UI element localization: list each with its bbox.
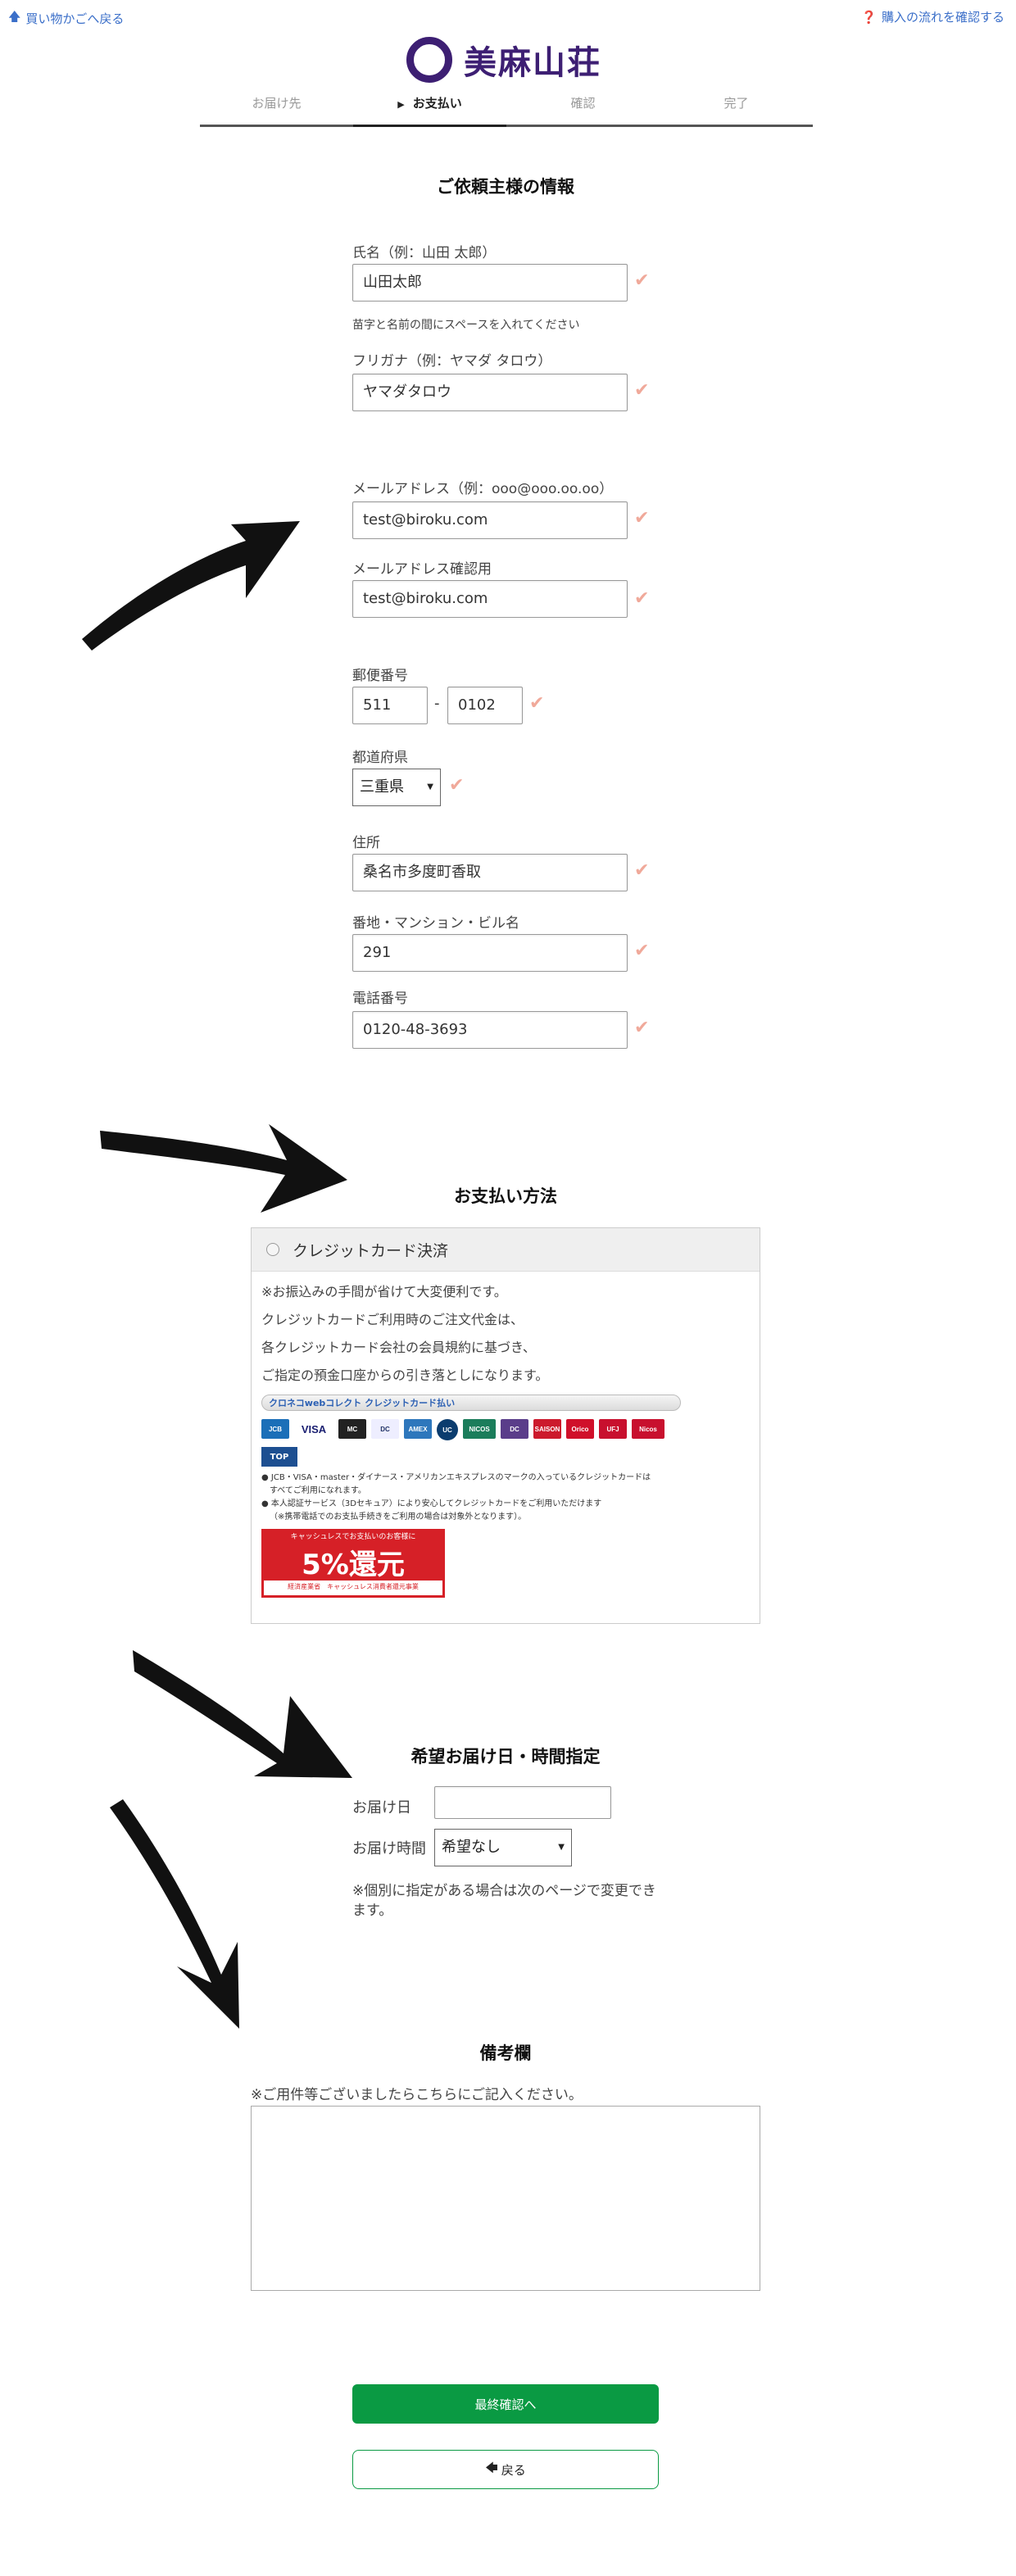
delivery-date-input[interactable] bbox=[434, 1786, 611, 1819]
remarks-note: ※ご用件等ございましたらこちらにご記入ください。 bbox=[251, 2087, 583, 2103]
annotation-arrow-1 bbox=[82, 521, 300, 651]
nicos2-logo: Nicos bbox=[632, 1419, 664, 1439]
fine-text-1: ● JCB・VISA・master・ダイナース・アメリカンエキスプレスのマークの… bbox=[261, 1473, 651, 1482]
delivery-time-label: お届け時間 bbox=[352, 1840, 426, 1857]
amex-logo: AMEX bbox=[404, 1419, 432, 1439]
uc-logo: UC bbox=[437, 1419, 458, 1440]
delivery-date-label: お届け日 bbox=[352, 1799, 411, 1816]
payment-heading: お支払い方法 bbox=[454, 1186, 557, 1206]
mastercard-logo: MC bbox=[338, 1419, 366, 1439]
orico-logo: Orico bbox=[566, 1419, 594, 1439]
fine-text-2: ● 本人認証サービス（3Dセキュア）により安心してクレジットカードをご利用いただ… bbox=[261, 1499, 602, 1508]
credit-card-option[interactable]: クレジットカード決済 bbox=[252, 1228, 760, 1272]
payment-line-1: ※お振込みの手間が省けて大変便利です。 bbox=[261, 1284, 507, 1299]
delivery-note: ※個別に指定がある場合は次のページで変更できます。 bbox=[352, 1883, 656, 1919]
payment-line-2: クレジットカードご利用時のご注文代金は、 bbox=[261, 1312, 524, 1327]
nicos-logo: NICOS bbox=[463, 1419, 496, 1439]
payment-line-3: 各クレジットカード会社の会員規約に基づき、 bbox=[261, 1340, 536, 1355]
remarks-textarea[interactable] bbox=[251, 2106, 760, 2291]
arrow-left-icon: 🡄 bbox=[485, 2460, 498, 2475]
delivery-time-select[interactable]: 希望なし ▼ bbox=[434, 1829, 572, 1866]
dc-logo: DC bbox=[501, 1419, 528, 1439]
visa-logo: VISA bbox=[294, 1419, 333, 1439]
dropdown-arrow-icon: ▼ bbox=[558, 1843, 565, 1852]
payment-line-4: ご指定の預金口座からの引き落としになります。 bbox=[261, 1367, 549, 1383]
annotation-arrow-4 bbox=[110, 1799, 239, 2029]
fine-text-1b: すべてご利用になれます。 bbox=[270, 1486, 366, 1495]
credit-card-radio[interactable] bbox=[266, 1243, 279, 1256]
payment-box: クレジットカード決済 ※お振込みの手間が省けて大変便利です。 クレジットカードご… bbox=[251, 1227, 760, 1624]
remarks-heading: 備考欄 bbox=[479, 2043, 532, 2063]
cashless-banner: キャッシュレスでお支払いのお客様に 5%還元 経済産業省 キャッシュレス消費者還… bbox=[261, 1529, 445, 1598]
back-button[interactable]: 🡄 戻る bbox=[352, 2450, 659, 2489]
fine-text-2b: （※携帯電話でのお支払手続きをご利用の場合は対象外となります）。 bbox=[270, 1512, 527, 1522]
diners-logo: DC bbox=[371, 1419, 399, 1439]
ufj-logo: UFJ bbox=[599, 1419, 627, 1439]
card-brand-logos: JCB VISA MC DC AMEX UC NICOS DC SAISON O… bbox=[261, 1419, 750, 1440]
final-confirm-button[interactable]: 最終確認へ bbox=[352, 2384, 659, 2424]
kuroneko-banner: クロネコwebコレクト クレジットカード払い bbox=[261, 1395, 681, 1411]
delivery-heading: 希望お届け日・時間指定 bbox=[410, 1747, 601, 1766]
top-badge: TOP bbox=[261, 1447, 297, 1467]
jcb-logo: JCB bbox=[261, 1419, 289, 1439]
saison-logo: SAISON bbox=[533, 1419, 561, 1439]
